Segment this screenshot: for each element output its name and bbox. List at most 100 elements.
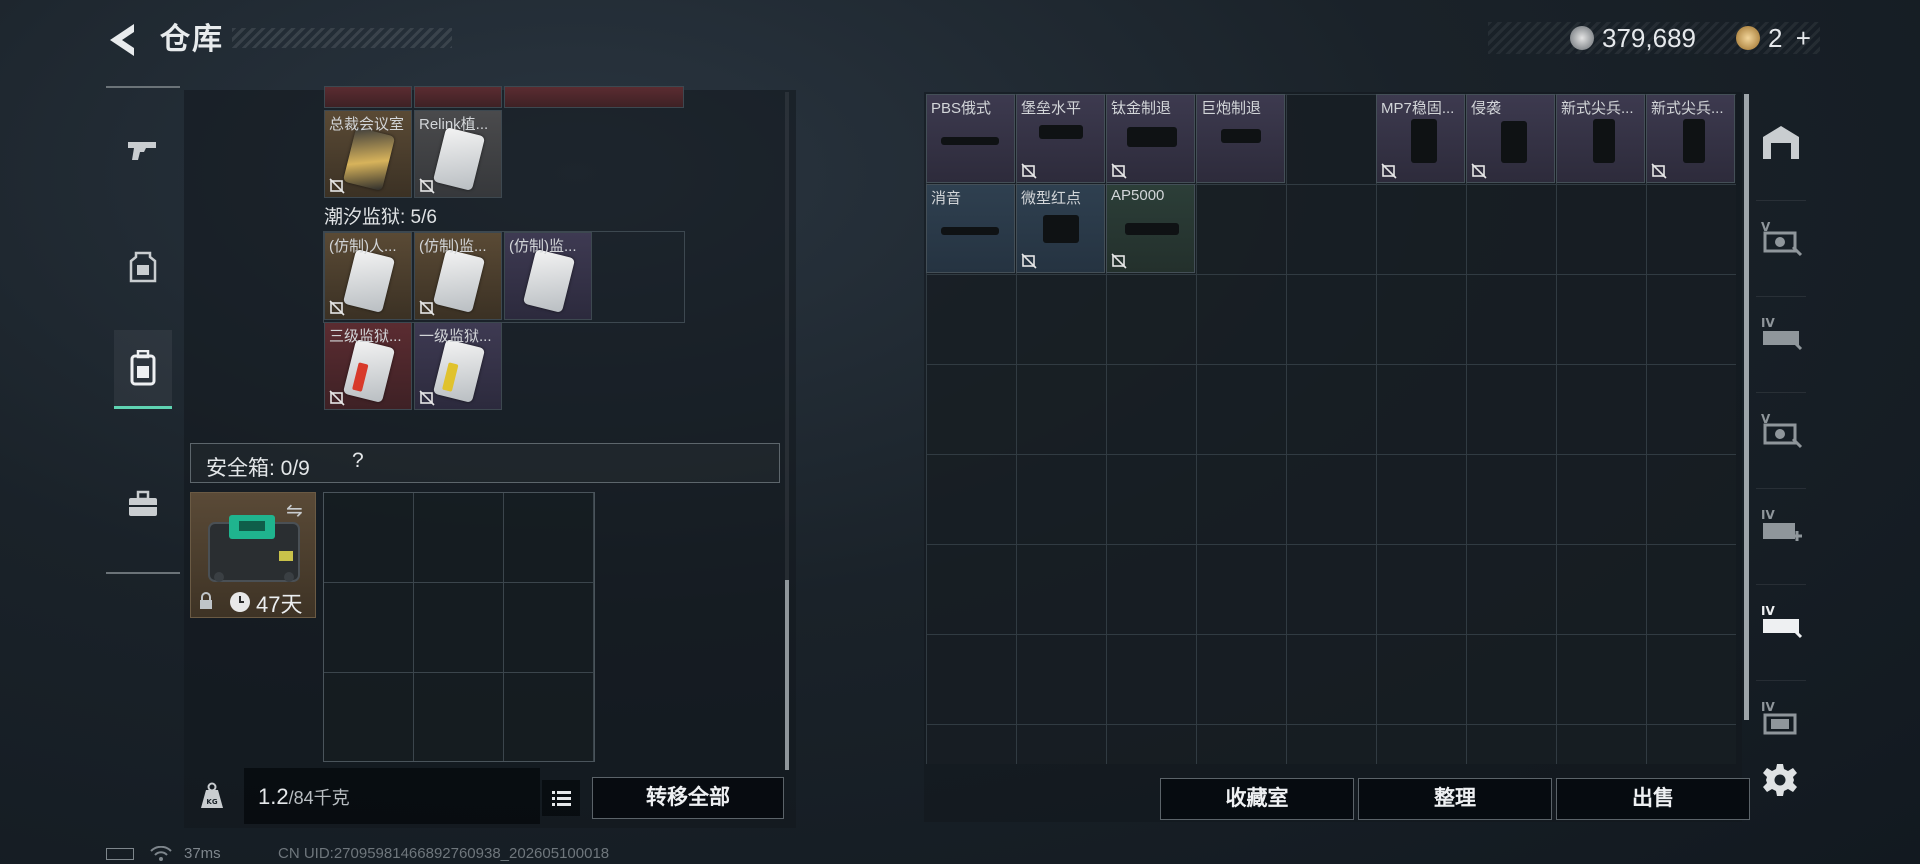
weapon-part-icon (1501, 121, 1527, 163)
warehouse-tab-v[interactable]: V (1756, 200, 1806, 273)
weapon-part-icon (941, 227, 999, 235)
carry-weight-value: 1.2 (258, 784, 289, 809)
warehouse-item[interactable]: 巨炮制退 (1196, 94, 1285, 183)
no-transfer-icon (419, 300, 435, 316)
back-button[interactable] (104, 20, 144, 60)
list-view-button[interactable] (542, 780, 580, 816)
user-uid: CN UID:27095981466892760938_202605100018 (278, 845, 610, 862)
warehouse-item[interactable]: 新式尖兵... (1556, 94, 1645, 183)
warehouse-tab-all[interactable] (1756, 106, 1806, 178)
warehouse-tab-iv-misc[interactable]: IV (1756, 680, 1806, 753)
no-transfer-icon (1111, 253, 1127, 269)
backpack-icon (130, 350, 156, 386)
item-label: 新式尖兵... (1651, 100, 1724, 117)
warehouse-item[interactable]: 微型红点 (1016, 184, 1105, 273)
network-ping: 37ms (184, 845, 221, 862)
swap-icon[interactable]: ⇋ (286, 498, 303, 523)
weapon-part-icon (1683, 119, 1705, 163)
keycard-item[interactable]: (仿制)人... (324, 232, 412, 320)
item-label: 微型红点 (1021, 190, 1082, 207)
warehouse-item[interactable]: MP7稳固... (1376, 94, 1465, 183)
warehouse-item[interactable]: 侵袭 (1466, 94, 1555, 183)
item-label: 巨炮制退 (1201, 100, 1262, 117)
carry-weight-max: /84千克 (288, 788, 350, 808)
safebox-remaining-time: 47天 (256, 592, 303, 617)
warehouse-item[interactable]: 堡垒水平 (1016, 94, 1105, 183)
side-tab-backpack[interactable] (114, 330, 172, 409)
expansion-box-icon: V (1761, 412, 1803, 449)
settings-button[interactable] (1762, 762, 1798, 798)
gun-case-icon: IV (1761, 316, 1803, 351)
keycard-icon (432, 338, 486, 404)
item-label: Relink植... (419, 116, 489, 133)
silver-coin-icon (1570, 26, 1594, 50)
clock-icon (230, 592, 250, 612)
svg-text:KG: KG (206, 798, 217, 806)
svg-text:IV: IV (1761, 700, 1775, 714)
transfer-all-button[interactable]: 转移全部 (592, 777, 784, 819)
item-label: 新式尖兵... (1561, 100, 1634, 117)
warehouse-item[interactable]: 钛金制退 (1106, 94, 1195, 183)
warehouse-tab-iv-parts[interactable]: IV (1756, 584, 1806, 657)
warehouse-item[interactable]: PBS俄式 (926, 94, 1015, 183)
warehouse-tab-iv-gun[interactable]: IV (1756, 296, 1806, 369)
side-tab-toolbox[interactable] (114, 466, 172, 542)
keycard-item[interactable]: 总裁会议室 (324, 110, 412, 198)
keycard-item[interactable]: 三级监狱... (324, 322, 412, 410)
svg-text:IV: IV (1761, 508, 1775, 522)
chest-rig-icon (129, 251, 157, 283)
item-label: MP7稳固... (1381, 100, 1455, 117)
lock-icon (200, 592, 212, 609)
sell-button[interactable]: 出售 (1556, 778, 1750, 820)
battery-icon (106, 848, 134, 860)
item-label: 总裁会议室 (329, 116, 405, 133)
safebox-help-button[interactable]: ? (352, 449, 364, 473)
svg-text:IV: IV (1761, 316, 1775, 330)
sort-button[interactable]: 整理 (1358, 778, 1552, 820)
back-arrow-icon (110, 24, 134, 56)
warehouse-item[interactable]: AP5000 (1106, 184, 1195, 273)
no-transfer-icon (1021, 253, 1037, 269)
inventory-item-partial[interactable] (414, 86, 502, 108)
expansion-box-icon: V (1761, 220, 1803, 257)
collection-room-button[interactable]: 收藏室 (1160, 778, 1354, 820)
keycard-item[interactable]: (仿制)监... (414, 232, 502, 320)
warehouse-scrollbar[interactable] (1744, 94, 1749, 720)
safebox-slot-grid[interactable] (323, 492, 595, 762)
add-premium-button[interactable]: + (1796, 23, 1811, 53)
keycard-item[interactable]: Relink植... (414, 110, 502, 198)
keycard-item[interactable]: (仿制)监... (504, 232, 592, 320)
warehouse-item[interactable]: 消音 (926, 184, 1015, 273)
weapon-part-icon (1125, 223, 1179, 235)
item-label: (仿制)人... (329, 238, 397, 255)
item-label: 钛金制退 (1111, 100, 1172, 117)
keycard-group-label: 潮汐监狱: 5/6 (324, 207, 437, 228)
side-tab-weapons[interactable] (114, 112, 172, 188)
warehouse-tab-iv-medical[interactable]: IV (1756, 488, 1806, 561)
no-transfer-icon (1651, 163, 1667, 179)
no-transfer-icon (1381, 163, 1397, 179)
keycard-icon (432, 126, 486, 192)
weapon-part-icon (1043, 215, 1079, 243)
weapon-part-icon (1221, 129, 1261, 143)
list-icon (552, 791, 571, 806)
keycard-item[interactable]: 一级监狱... (414, 322, 502, 410)
no-transfer-icon (419, 390, 435, 406)
carry-weight: 1.2/84千克 (258, 784, 350, 810)
inventory-item-partial[interactable] (324, 86, 412, 108)
inventory-scrollbar[interactable] (785, 580, 789, 770)
no-transfer-icon (1111, 163, 1127, 179)
premium-currency[interactable]: 2 + (1768, 22, 1811, 54)
wifi-icon (150, 846, 172, 861)
weapon-part-icon (1593, 119, 1615, 163)
warehouse-icon (1763, 126, 1799, 159)
warehouse-item[interactable]: 新式尖兵... (1646, 94, 1735, 183)
warehouse-tab-v-2[interactable]: V (1756, 392, 1806, 465)
no-transfer-icon (419, 178, 435, 194)
inventory-item-partial[interactable] (504, 86, 684, 108)
no-transfer-icon (329, 390, 345, 406)
no-transfer-icon (329, 300, 345, 316)
side-tab-gear[interactable] (114, 230, 172, 306)
title-decoration (232, 28, 452, 48)
briefcase-icon (129, 490, 157, 516)
